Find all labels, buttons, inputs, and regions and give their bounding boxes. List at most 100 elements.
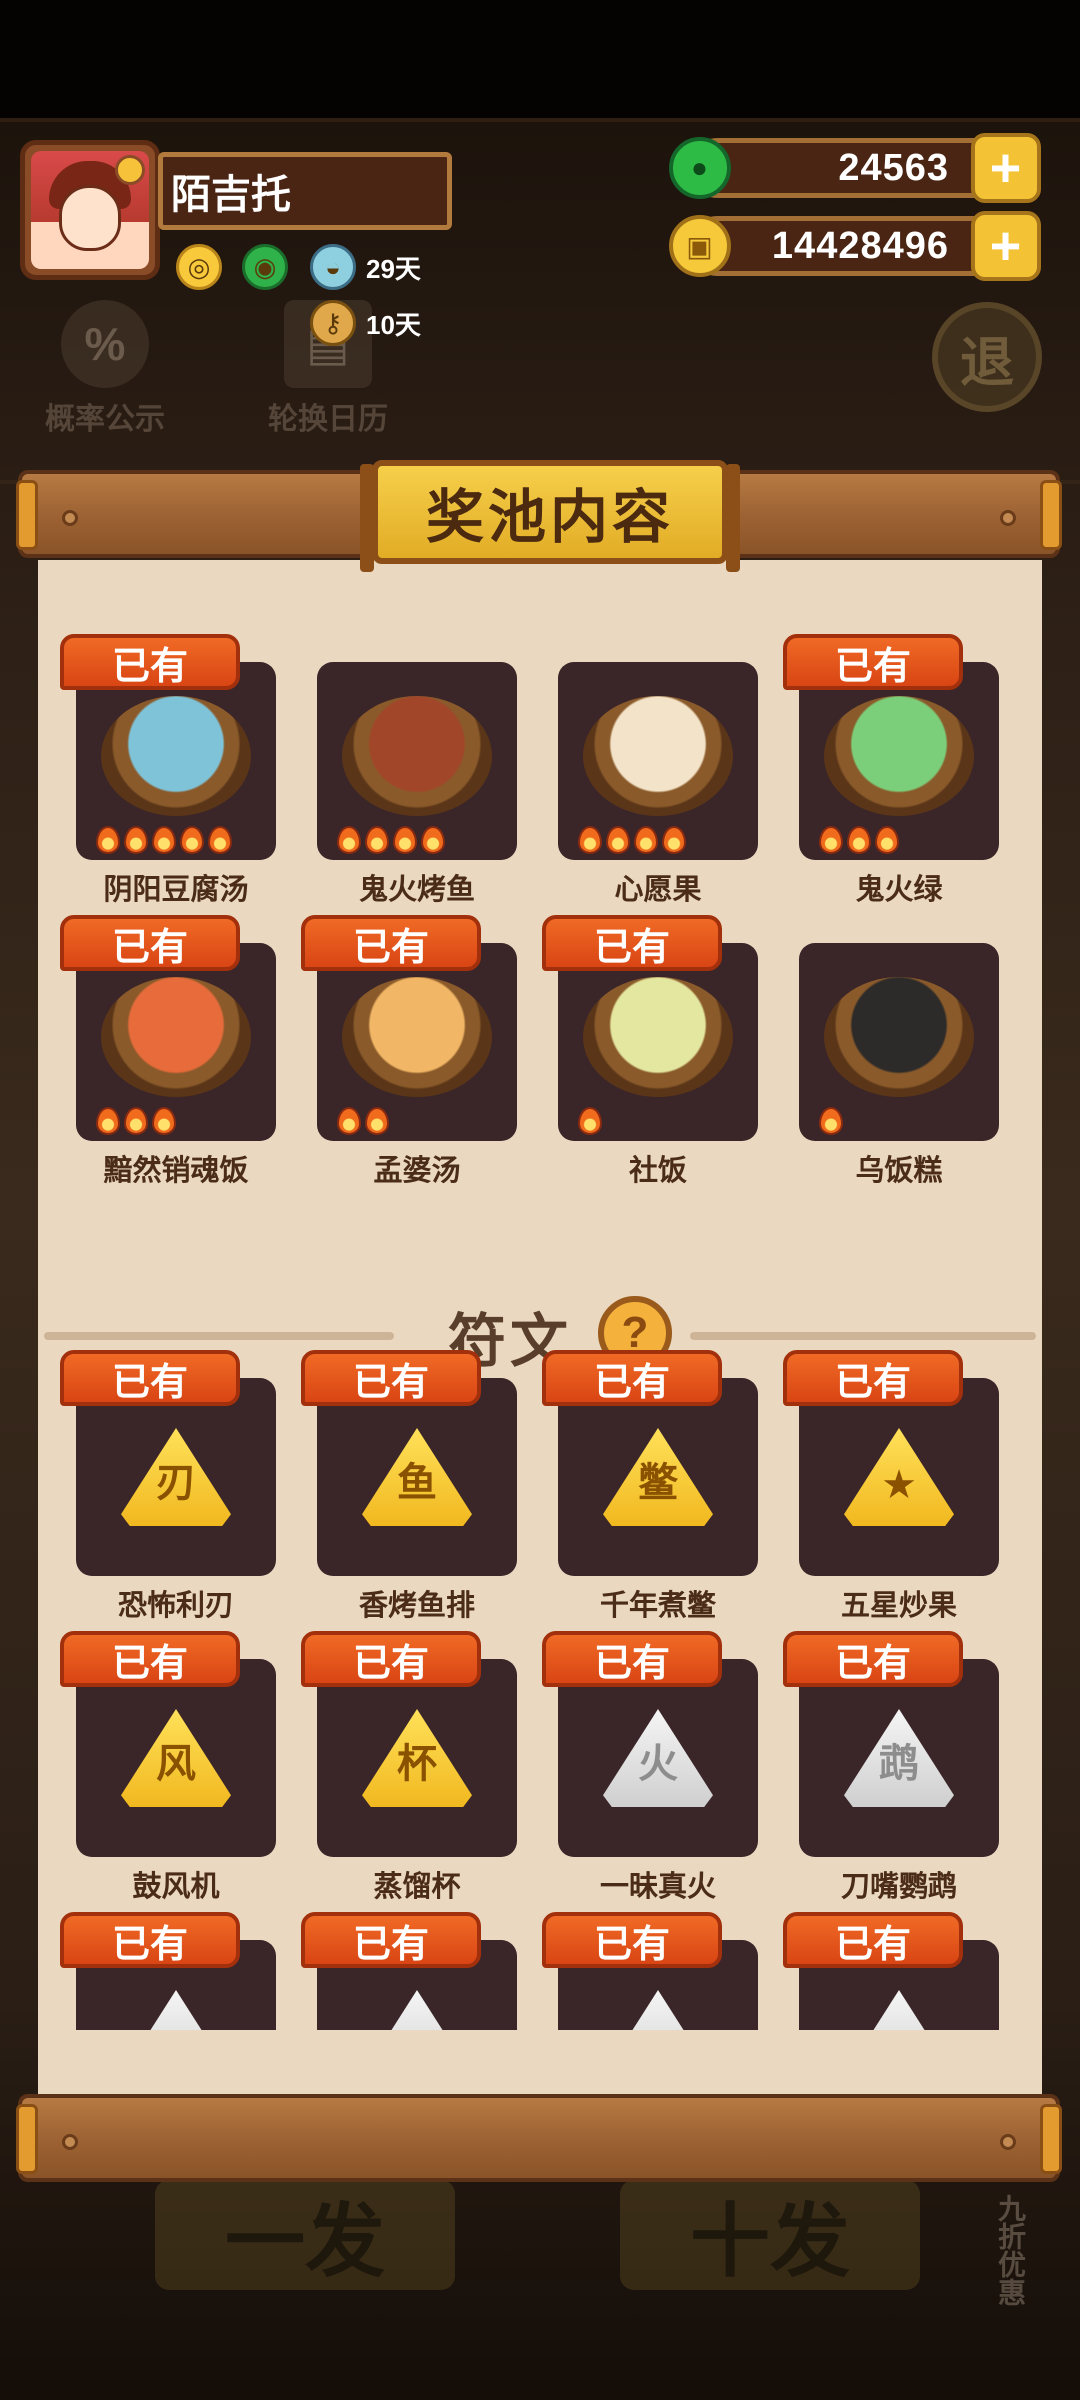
rune-card: 风 <box>76 1659 276 1857</box>
flame-icon <box>393 826 417 854</box>
dish-icon <box>583 977 733 1097</box>
pot-buff[interactable]: ◒ 29天 <box>310 244 421 290</box>
flame-icon <box>819 1107 843 1135</box>
dish-name: 心愿果 <box>614 874 702 906</box>
probability-label: 概率公示 <box>45 403 165 436</box>
coin-icon: ▣ <box>669 215 731 277</box>
flame-icon <box>606 826 630 854</box>
exit-button: 退 <box>932 302 1042 412</box>
rune-card: 刃 <box>76 1378 276 1576</box>
prize-list[interactable]: 符文 ? 阴阳豆腐汤 已有 鬼火烤鱼 心愿果 鬼火绿 已有 黯然销魂饭 已有 孟… <box>38 590 1042 2030</box>
flame-rating <box>819 1107 843 1135</box>
owned-badge: 已有 <box>301 1912 481 1968</box>
discount-tag: 九折优惠 <box>995 2194 1026 2306</box>
flame-icon <box>819 826 843 854</box>
dish-card <box>799 943 999 1141</box>
player-name: 陌吉托 <box>158 152 452 230</box>
rune-card: ★ <box>799 1378 999 1576</box>
flame-rating <box>578 826 686 854</box>
dish-card <box>317 662 517 860</box>
flame-rating <box>337 826 445 854</box>
probability-button: % 概率公示 <box>30 300 180 438</box>
owned-badge: 已有 <box>60 1350 240 1406</box>
key-buff[interactable]: ⚷ 10天 <box>310 300 421 346</box>
rune-icon: ★ <box>844 1428 954 1526</box>
pot-buff-duration: 29天 <box>366 253 421 284</box>
flame-icon <box>337 1107 361 1135</box>
dish-icon <box>583 696 733 816</box>
calendar-label: 轮换日历 <box>268 403 388 436</box>
flame-icon <box>96 1107 120 1135</box>
level-badge-icon <box>115 155 145 185</box>
owned-badge: 已有 <box>783 1350 963 1406</box>
dish-icon <box>342 696 492 816</box>
owned-badge: 已有 <box>542 1350 722 1406</box>
jade-buff[interactable]: ◉ <box>242 244 298 290</box>
avatar-face <box>59 185 121 251</box>
owned-badge: 已有 <box>783 1912 963 1968</box>
avatar[interactable] <box>20 140 160 280</box>
owned-badge: 已有 <box>301 1631 481 1687</box>
dish-icon <box>824 977 974 1097</box>
coin-buff[interactable]: ◎ <box>176 244 232 290</box>
flame-rating <box>578 1107 602 1135</box>
rune-card: 杯 <box>317 1659 517 1857</box>
scroll-bottom-rod <box>16 2094 1062 2182</box>
rune-name: 千年煮鳖 <box>599 1590 716 1622</box>
owned-badge: 已有 <box>542 1631 722 1687</box>
percent-icon: % <box>61 300 149 388</box>
rune-name: 鼓风机 <box>132 1871 220 1903</box>
flame-icon <box>847 826 871 854</box>
jade-icon: ● <box>669 137 731 199</box>
rune-icon <box>844 1990 954 2030</box>
rune-card: 鹉 <box>799 1659 999 1857</box>
dish-name: 社饭 <box>628 1155 687 1187</box>
flame-icon <box>365 826 389 854</box>
rune-card: 鱼 <box>317 1378 517 1576</box>
rune-icon: 火 <box>603 1709 713 1807</box>
dish-icon <box>342 977 492 1097</box>
flame-rating <box>819 826 899 854</box>
owned-badge: 已有 <box>542 915 722 971</box>
owned-badge: 已有 <box>60 915 240 971</box>
dish-name: 孟婆汤 <box>373 1155 461 1187</box>
dish-name: 黯然销魂饭 <box>103 1155 249 1187</box>
add-coins-button[interactable]: + <box>971 211 1041 281</box>
rune-icon <box>603 1990 713 2030</box>
coin-amount: 14428496 <box>771 224 949 267</box>
rune-name: 恐怖利刃 <box>117 1590 234 1622</box>
flame-rating <box>96 1107 176 1135</box>
owned-badge: 已有 <box>783 634 963 690</box>
rune-name: 蒸馏杯 <box>373 1871 461 1903</box>
rune-name: 刀嘴鹦鹉 <box>840 1871 957 1903</box>
flame-icon <box>578 1107 602 1135</box>
rune-name: 五星炒果 <box>840 1590 957 1622</box>
rune-icon <box>121 1990 231 2030</box>
flame-rating <box>337 1107 389 1135</box>
add-jade-button[interactable]: + <box>971 133 1041 203</box>
flame-icon <box>180 826 204 854</box>
jade-currency: ● 24563 + <box>669 133 1041 203</box>
rune-icon: 鹉 <box>844 1709 954 1807</box>
dish-card <box>317 943 517 1141</box>
flame-icon <box>421 826 445 854</box>
owned-badge: 已有 <box>301 915 481 971</box>
flame-icon <box>662 826 686 854</box>
dish-name: 乌饭糕 <box>855 1155 943 1187</box>
key-buff-duration: 10天 <box>366 309 421 340</box>
rune-icon: 鳖 <box>603 1428 713 1526</box>
flame-icon <box>337 826 361 854</box>
dish-name: 鬼火烤鱼 <box>358 874 475 906</box>
dish-name: 阴阳豆腐汤 <box>103 874 249 906</box>
coin-boost-icon: ◎ <box>176 244 222 290</box>
dish-icon <box>824 696 974 816</box>
jade-boost-icon: ◉ <box>242 244 288 290</box>
jade-amount: 24563 <box>838 146 949 189</box>
coin-currency: ▣ 14428496 + <box>669 211 1041 281</box>
flame-icon <box>365 1107 389 1135</box>
rune-card: 火 <box>558 1659 758 1857</box>
rune-card: 鳖 <box>558 1378 758 1576</box>
owned-badge: 已有 <box>783 1631 963 1687</box>
ten-draw-button: 十发 <box>620 2180 920 2290</box>
rune-name: 一昧真火 <box>599 1871 716 1903</box>
